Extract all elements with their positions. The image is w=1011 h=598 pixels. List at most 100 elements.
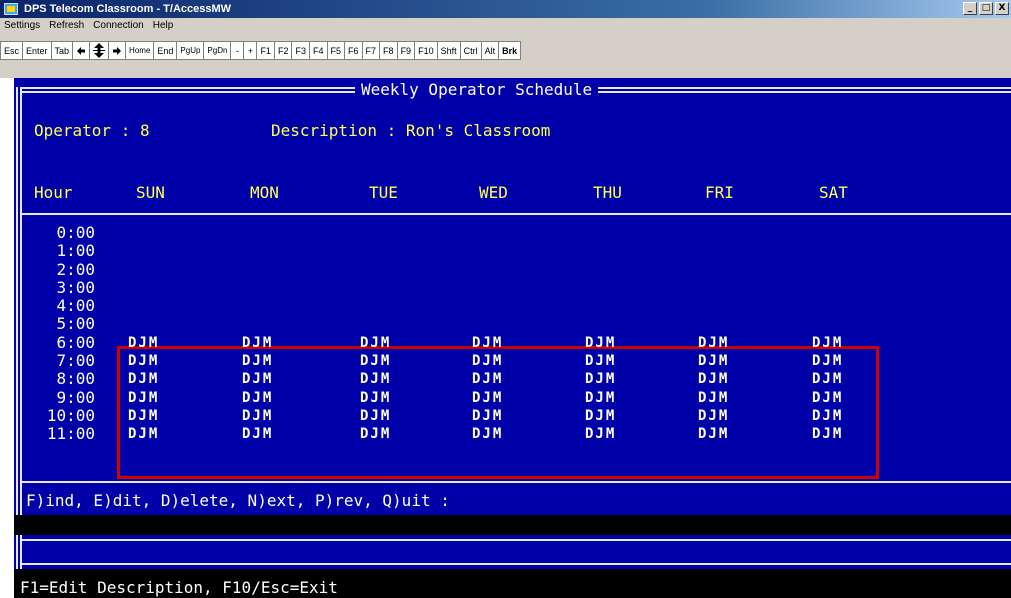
schedule-cell-fri: DJM [698, 389, 730, 406]
status-panel [14, 535, 1011, 569]
schedule-cell-wed: DJM [472, 389, 504, 406]
schedule-cell-mon: DJM [242, 371, 274, 388]
key-pgup[interactable]: PgUp [176, 41, 205, 60]
schedule-cell-wed: DJM [472, 371, 504, 388]
window-title-bar: DPS Telecom Classroom - T/AccessMW _ □ X [0, 0, 1011, 18]
day-header-mon: MON [250, 183, 279, 202]
window-controls: _ □ X [963, 2, 1009, 15]
description-label: Description : Ron's Classroom [271, 121, 551, 140]
schedule-cell-fri: DJM [698, 353, 730, 370]
hour-column: 0:00 1:00 2:00 3:00 4:00 5:00 6:00 7:00 … [46, 223, 95, 444]
schedule-cell-tue: DJM [360, 426, 392, 443]
day-header-thu: THU [593, 183, 622, 202]
day-header-fri: FRI [705, 183, 734, 202]
schedule-cell-sun: DJM [128, 371, 160, 388]
hour-row-label: 10:00 [46, 405, 95, 425]
key-f6[interactable]: F6 [344, 41, 363, 60]
schedule-cell-wed: DJM [472, 334, 504, 351]
key-left-arrow-icon[interactable] [72, 41, 91, 60]
schedule-cell-fri: DJM [698, 408, 730, 424]
window-title: DPS Telecom Classroom - T/AccessMW [24, 3, 232, 15]
schedule-cell-fri: DJM [698, 426, 730, 443]
menu-connection[interactable]: Connection [93, 20, 144, 31]
key-enter[interactable]: Enter [22, 41, 52, 60]
key-break[interactable]: Brk [498, 41, 522, 60]
schedule-cell-mon: DJM [242, 426, 274, 443]
schedule-cell-mon: DJM [242, 353, 274, 370]
key-f3[interactable]: F3 [291, 41, 310, 60]
command-prompt: F)ind, E)dit, D)elete, N)ext, P)rev, Q)u… [26, 491, 450, 510]
key-esc[interactable]: Esc [0, 41, 24, 60]
key-up-down-arrow-icon[interactable] [89, 41, 110, 60]
schedule-cell-sat: DJM [812, 426, 844, 443]
schedule-cell-wed: DJM [472, 408, 504, 424]
schedule-cell-thu: DJM [585, 353, 617, 370]
hour-row-label: 9:00 [56, 387, 95, 407]
day-header-tue: TUE [369, 183, 398, 202]
schedule-cell-tue: DJM [360, 334, 392, 351]
schedule-cell-tue: DJM [360, 371, 392, 388]
key-f2[interactable]: F2 [273, 41, 293, 60]
key-end[interactable]: End [153, 41, 178, 60]
schedule-cell-mon: DJM [242, 408, 274, 424]
key-tab[interactable]: Tab [50, 41, 74, 60]
footer-hint: F1=Edit Description, F10/Esc=Exit [20, 578, 338, 597]
menu-bar: Settings Refresh Connection Help [0, 18, 1011, 33]
schedule-cell-mon: DJM [242, 334, 274, 351]
schedule-cell-thu: DJM [585, 389, 617, 406]
schedule-cell-fri: DJM [698, 334, 730, 351]
prompt-spacer [14, 515, 1011, 535]
maximize-button[interactable]: □ [979, 2, 993, 15]
status-top-border [22, 539, 1011, 541]
menu-settings[interactable]: Settings [4, 20, 40, 31]
schedule-cell-tue: DJM [360, 389, 392, 406]
schedule-cell-wed: DJM [472, 426, 504, 443]
header-divider [22, 213, 1011, 215]
hour-row-label: 3:00 [56, 277, 95, 297]
hour-row-label: 4:00 [56, 296, 95, 316]
key-alt[interactable]: Alt [480, 41, 500, 60]
hour-row-label: 5:00 [56, 314, 95, 334]
terminal-screen[interactable]: Weekly Operator Schedule Operator : 8 De… [14, 78, 1011, 598]
schedule-cell-tue: DJM [360, 408, 392, 424]
grid-bottom-divider [22, 481, 1011, 483]
schedule-cell-sat: DJM [812, 371, 844, 388]
schedule-cell-sun: DJM [128, 408, 160, 424]
day-header-sat: SAT [819, 183, 848, 202]
minimize-button[interactable]: _ [963, 2, 977, 15]
hour-row-label: 8:00 [56, 369, 95, 389]
hour-header: Hour [34, 183, 73, 202]
schedule-cell-sat: DJM [812, 334, 844, 351]
schedule-cell-sat: DJM [812, 353, 844, 370]
schedule-cell-wed: DJM [472, 353, 504, 370]
hour-row-label: 11:00 [46, 424, 95, 444]
key-shift[interactable]: Shft [436, 41, 461, 60]
key-f10[interactable]: F10 [414, 41, 438, 60]
menu-refresh[interactable]: Refresh [49, 20, 84, 31]
key-f9[interactable]: F9 [396, 41, 416, 60]
schedule-cell-fri: DJM [698, 371, 730, 388]
menu-help[interactable]: Help [153, 20, 174, 31]
schedule-cell-sun: DJM [128, 426, 160, 443]
key-right-arrow-icon[interactable] [108, 41, 127, 60]
panel-left-border [16, 87, 22, 515]
schedule-cell-sat: DJM [812, 389, 844, 406]
schedule-cell-sun: DJM [128, 389, 160, 406]
key-pgdn[interactable]: PgDn [203, 41, 232, 60]
schedule-cell-tue: DJM [360, 353, 392, 370]
key-f1[interactable]: F1 [256, 41, 275, 60]
hour-row-label: 7:00 [56, 351, 95, 371]
key-f8[interactable]: F8 [379, 41, 398, 60]
key-minus[interactable]: - [230, 41, 245, 60]
hour-row-label: 1:00 [56, 241, 95, 261]
key-f7[interactable]: F7 [361, 41, 381, 60]
close-button[interactable]: X [995, 2, 1009, 15]
hour-row-label: 2:00 [56, 259, 95, 279]
key-f4[interactable]: F4 [308, 41, 328, 60]
key-f5[interactable]: F5 [326, 41, 346, 60]
screen-title: Weekly Operator Schedule [355, 81, 599, 99]
key-home[interactable]: Home [125, 41, 155, 60]
status-bottom-border [22, 563, 1011, 565]
key-ctrl[interactable]: Ctrl [459, 41, 482, 60]
key-plus[interactable]: + [243, 41, 258, 60]
